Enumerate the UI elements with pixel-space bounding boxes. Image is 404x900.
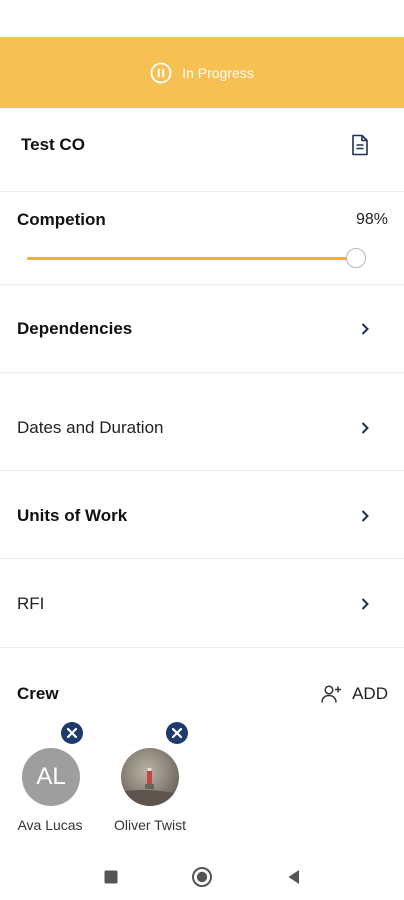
task-title: Test CO: [21, 135, 85, 154]
avatar-photo: [121, 748, 179, 806]
divider: [0, 647, 404, 648]
divider: [0, 558, 404, 559]
document-icon[interactable]: [350, 134, 370, 156]
crew-member[interactable]: AL Ava Lucas: [0, 722, 100, 842]
completion-value: 98%: [355, 211, 388, 228]
crew-header: Crew ADD: [0, 672, 404, 716]
completion-section: Competion 98%: [0, 193, 404, 283]
section-units-of-work[interactable]: Units of Work: [0, 473, 404, 559]
status-banner[interactable]: In Progress: [0, 37, 404, 108]
crew-title: Crew: [17, 684, 59, 703]
divider: [0, 191, 404, 192]
avatar: AL: [22, 748, 80, 806]
divider: [0, 470, 404, 471]
crew-member[interactable]: Oliver Twist: [100, 722, 200, 842]
back-triangle-icon[interactable]: [283, 866, 305, 888]
crew-member-name: Oliver Twist: [113, 817, 187, 833]
slider-thumb[interactable]: [346, 248, 366, 268]
remove-member-icon[interactable]: [61, 722, 83, 744]
task-title-row: Test CO: [0, 108, 404, 182]
recents-square-icon[interactable]: [100, 866, 122, 888]
divider: [0, 284, 404, 285]
person-add-icon: [321, 685, 342, 703]
crew-member-name: Ava Lucas: [17, 817, 83, 833]
pause-circle-icon: [150, 62, 172, 83]
chevron-right-icon: [361, 598, 369, 610]
section-dependencies[interactable]: Dependencies: [0, 286, 404, 372]
chevron-right-icon: [361, 323, 369, 335]
add-crew-label: ADD: [352, 684, 388, 703]
section-label: Units of Work: [17, 506, 128, 525]
divider: [0, 372, 404, 373]
chevron-right-icon: [361, 510, 369, 522]
chevron-right-icon: [361, 422, 369, 434]
photo-image: [121, 768, 179, 806]
system-nav-bar: [0, 852, 404, 900]
task-detail-screen: In Progress Test CO Competion 98% Depend…: [0, 0, 404, 900]
add-crew-button[interactable]: ADD: [320, 683, 388, 705]
status-label: In Progress: [182, 64, 254, 81]
slider-track: [27, 257, 356, 260]
section-label: Dependencies: [17, 319, 133, 338]
section-label: RFI: [17, 594, 45, 613]
section-label: Dates and Duration: [17, 418, 164, 437]
remove-member-icon[interactable]: [166, 722, 188, 744]
section-rfi[interactable]: RFI: [0, 561, 404, 647]
completion-label: Competion: [17, 210, 106, 229]
completion-slider[interactable]: [27, 247, 373, 269]
home-circle-icon[interactable]: [191, 866, 213, 888]
section-dates-and-duration[interactable]: Dates and Duration: [0, 385, 404, 471]
